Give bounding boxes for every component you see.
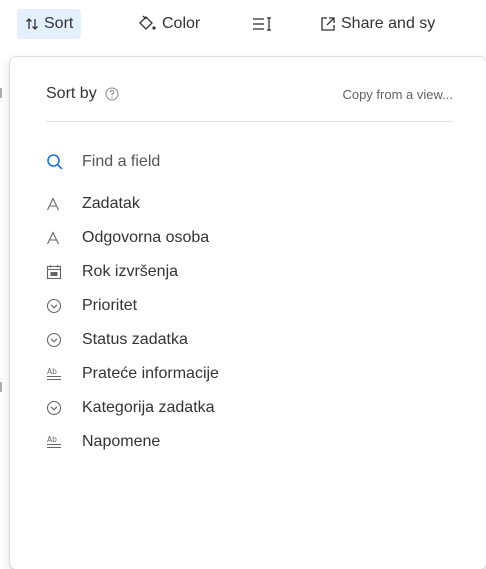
- field-option-status-zadatka[interactable]: Status zadatka: [46, 323, 466, 357]
- color-button-label: Color: [162, 15, 201, 32]
- field-option-rok-izvrsenja[interactable]: Rok izvršenja: [46, 255, 466, 289]
- field-option-label: Odgovorna osoba: [82, 229, 210, 246]
- field-option-prioritet[interactable]: Prioritet: [46, 289, 466, 323]
- field-option-label: Napomene: [82, 433, 161, 450]
- field-list: Zadatak Odgovorna osoba Rok izvršenj: [46, 145, 466, 459]
- sort-button[interactable]: Sort: [17, 9, 82, 39]
- field-option-label: Rok izvršenja: [82, 263, 179, 280]
- grid-edge: [0, 52, 10, 565]
- find-field-input[interactable]: [82, 153, 382, 171]
- sort-popover: Sort by Copy from a view... Find a field…: [10, 57, 486, 569]
- long-text-icon: Ab: [46, 363, 68, 385]
- single-select-icon: [46, 295, 68, 317]
- row-height-icon: [252, 16, 274, 32]
- grid-line: [0, 382, 2, 392]
- single-select-icon: [46, 397, 68, 419]
- grid-line: [0, 88, 2, 98]
- field-option-label: Status zadatka: [82, 331, 188, 348]
- sort-popover-header: Sort by Copy from a view...: [46, 81, 453, 122]
- text-a-icon: [46, 227, 68, 249]
- calendar-icon: [46, 261, 68, 283]
- field-option-napomene[interactable]: Ab Napomene: [46, 425, 466, 459]
- field-option-label: Zadatak: [82, 195, 140, 212]
- share-and-sync-button[interactable]: Share and sy: [320, 9, 435, 39]
- share-button-label: Share and sy: [341, 15, 436, 32]
- find-field-row[interactable]: [46, 145, 466, 179]
- field-option-kategorija-zadatka[interactable]: Kategorija zadatka: [46, 391, 466, 425]
- copy-from-view-link[interactable]: Copy from a view...: [342, 87, 453, 102]
- svg-text:Ab: Ab: [47, 367, 57, 376]
- single-select-icon: [46, 329, 68, 351]
- paint-bucket-icon: [137, 15, 157, 33]
- field-option-label: Prioritet: [82, 297, 138, 314]
- field-option-odgovorna-osoba[interactable]: Odgovorna osoba: [46, 221, 466, 255]
- text-a-icon: [46, 193, 68, 215]
- sort-button-label: Sort: [44, 15, 74, 32]
- help-icon[interactable]: [105, 87, 119, 101]
- field-option-label: Prateće informacije: [82, 365, 219, 382]
- field-option-pratece-informacije[interactable]: Ab Prateće informacije: [46, 357, 466, 391]
- view-toolbar: Sort Color Share and sy: [0, 0, 486, 52]
- search-icon: [46, 151, 68, 173]
- sort-by-title: Sort by: [46, 85, 119, 103]
- sort-by-label: Sort by: [46, 85, 97, 102]
- long-text-icon: Ab: [46, 431, 68, 453]
- svg-text:Ab: Ab: [47, 435, 57, 444]
- field-option-label: Kategorija zadatka: [82, 399, 215, 416]
- field-option-zadatak[interactable]: Zadatak: [46, 187, 466, 221]
- external-link-icon: [320, 16, 336, 32]
- sort-arrows-icon: [25, 17, 39, 31]
- color-button[interactable]: Color: [137, 9, 200, 39]
- row-height-button[interactable]: [252, 9, 279, 39]
